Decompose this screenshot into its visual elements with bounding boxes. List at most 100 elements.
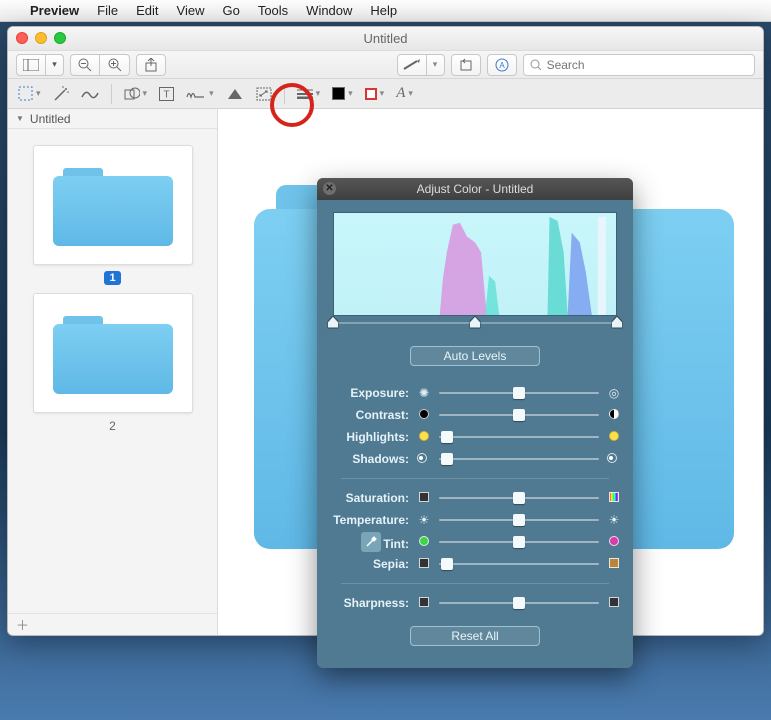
highlights-knob[interactable] (441, 431, 453, 443)
levels-track[interactable] (333, 318, 617, 336)
tint-min-icon (417, 535, 431, 549)
saturation-label: Saturation: (329, 491, 409, 505)
instant-alpha-tool[interactable] (53, 86, 69, 102)
thumbnail-2[interactable]: 2 (28, 293, 198, 433)
zoom-out-button[interactable] (70, 54, 100, 76)
menu-edit[interactable]: Edit (136, 3, 158, 18)
adjust-color-tool[interactable] (226, 87, 244, 101)
search-input[interactable] (547, 58, 748, 72)
sepia-knob[interactable] (441, 558, 453, 570)
chevron-down-icon: ▾ (348, 88, 353, 99)
shadows-slider[interactable] (439, 451, 599, 467)
exposure-knob[interactable] (513, 387, 525, 399)
temperature-slider[interactable] (439, 512, 599, 528)
rotate-button[interactable] (451, 54, 481, 76)
text-box-icon: T (159, 87, 174, 101)
reset-all-button[interactable]: Reset All (410, 626, 540, 646)
sepia-slider[interactable] (439, 556, 599, 572)
contrast-knob[interactable] (513, 409, 525, 421)
chevron-down-icon: ▾ (36, 88, 41, 99)
window-titlebar[interactable]: Untitled (8, 27, 763, 51)
text-style-tool[interactable]: A ▾ (396, 85, 413, 102)
contrast-min-icon (417, 408, 431, 422)
radio-icon (607, 452, 621, 466)
tint-slider[interactable] (439, 534, 599, 550)
annotate-icon: A (495, 58, 509, 72)
sun-icon: ☀ (419, 513, 430, 527)
sign-tool[interactable]: ▾ (186, 87, 214, 101)
saturation-knob[interactable] (513, 492, 525, 504)
line-style-tool[interactable]: ▾ (297, 88, 321, 99)
highlights-max-icon (607, 430, 621, 444)
share-icon (145, 58, 157, 72)
sharpness-slider[interactable] (439, 595, 599, 611)
sq-sepia-icon (609, 557, 619, 571)
text-tool[interactable]: T (159, 87, 174, 101)
dot-magenta-icon (609, 535, 619, 549)
menu-go[interactable]: Go (222, 3, 239, 18)
page-badge: 1 (104, 271, 120, 285)
sharpness-knob[interactable] (513, 597, 525, 609)
exposure-slider[interactable] (439, 385, 599, 401)
svg-text:A: A (499, 61, 505, 70)
black-point-handle[interactable] (328, 316, 339, 329)
mid-point-handle[interactable] (470, 316, 481, 329)
shadows-knob[interactable] (441, 453, 453, 465)
window-minimize-button[interactable] (35, 32, 47, 44)
saturation-slider[interactable] (439, 490, 599, 506)
signature-icon (186, 87, 206, 101)
menu-view[interactable]: View (177, 3, 205, 18)
thumbnail-1[interactable]: 1 (28, 145, 198, 285)
plus-icon: ＋ (16, 615, 29, 634)
dot-half-icon (609, 408, 619, 422)
sharpness-min-icon (417, 596, 431, 610)
sepia-max-icon (607, 557, 621, 571)
menu-file[interactable]: File (97, 3, 118, 18)
markup-toggle-button[interactable] (397, 54, 427, 76)
add-page-button[interactable]: ＋ (8, 613, 217, 635)
sepia-label: Sepia: (329, 557, 409, 571)
white-point-handle[interactable] (612, 316, 623, 329)
annotate-button[interactable]: A (487, 54, 517, 76)
border-color-tool[interactable]: ▾ (332, 87, 353, 100)
sq-gray-icon (419, 596, 429, 610)
fill-color-tool[interactable]: ▾ (365, 88, 385, 100)
window-close-button[interactable] (16, 32, 28, 44)
sketch-tool[interactable] (81, 87, 99, 101)
zoom-in-button[interactable] (100, 54, 130, 76)
markup-toolbar: ▾ ▾ T ▾ (8, 79, 763, 109)
highlights-slider[interactable] (439, 429, 599, 445)
adjust-color-panel[interactable]: ✕ Adjust Color - Untitled Auto Levels Ex… (317, 178, 633, 668)
temperature-knob[interactable] (513, 514, 525, 526)
shapes-icon (124, 87, 140, 101)
shapes-tool[interactable]: ▾ (124, 87, 148, 101)
share-button[interactable] (136, 54, 166, 76)
line-weight-icon (297, 89, 313, 99)
panel-titlebar[interactable]: ✕ Adjust Color - Untitled (317, 178, 633, 200)
eyedropper-button[interactable] (361, 532, 381, 552)
panel-close-button[interactable]: ✕ (323, 182, 336, 195)
app-menu[interactable]: Preview (30, 3, 79, 18)
view-mode-dropdown[interactable]: ▾ (46, 54, 64, 76)
menu-window[interactable]: Window (306, 3, 352, 18)
chevron-down-icon: ▾ (316, 88, 321, 99)
exposure-max-icon: ◎ (607, 386, 621, 400)
menu-tools[interactable]: Tools (258, 3, 288, 18)
sidebar-header[interactable]: ▼ Untitled (8, 109, 217, 129)
search-icon (530, 59, 541, 71)
panel-title: Adjust Color - Untitled (417, 182, 534, 196)
markup-dropdown[interactable]: ▾ (427, 54, 445, 76)
exposure-slider-row: Exposure:✺◎ (329, 382, 621, 404)
disclosure-triangle-icon: ▼ (16, 114, 24, 123)
window-zoom-button[interactable] (54, 32, 66, 44)
auto-levels-button[interactable]: Auto Levels (410, 346, 540, 366)
menu-help[interactable]: Help (370, 3, 397, 18)
markup-segment: ▾ (397, 54, 445, 76)
sidebar-view-button[interactable] (16, 54, 46, 76)
exposure-min-icon: ✺ (417, 386, 431, 400)
search-field[interactable] (523, 54, 756, 76)
contrast-slider[interactable] (439, 407, 599, 423)
adjust-size-tool[interactable] (256, 87, 272, 101)
selection-tool[interactable]: ▾ (18, 86, 41, 101)
tint-knob[interactable] (513, 536, 525, 548)
